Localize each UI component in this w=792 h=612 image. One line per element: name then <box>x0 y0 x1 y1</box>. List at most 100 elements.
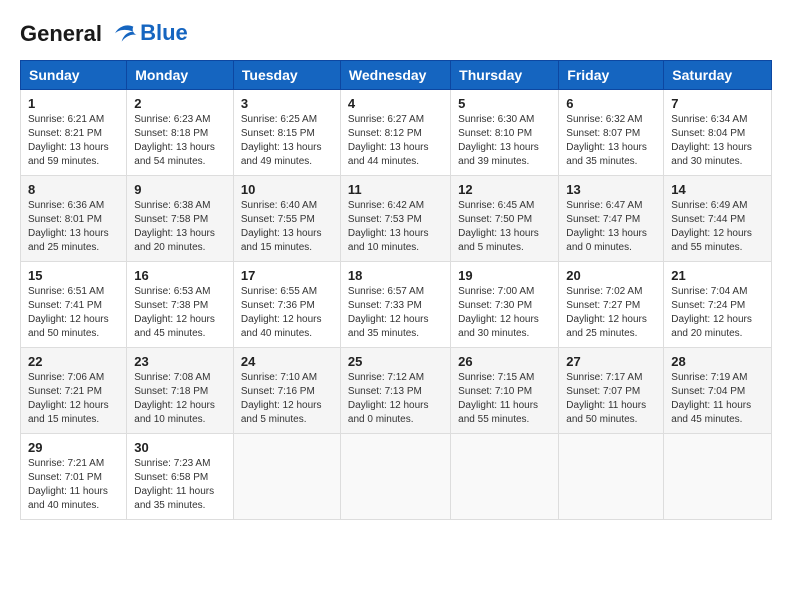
calendar-cell: 8 Sunrise: 6:36 AMSunset: 8:01 PMDaylight… <box>21 176 127 262</box>
calendar-cell: 5Sunrise: 6:30 AMSunset: 8:10 PMDaylight… <box>451 90 559 176</box>
day-info: Sunrise: 6:25 AMSunset: 8:15 PMDaylight:… <box>241 113 333 169</box>
day-number: 1 <box>28 96 119 111</box>
calendar-cell <box>664 434 772 520</box>
calendar-cell: 29 Sunrise: 7:21 AMSunset: 7:01 PMDayligh… <box>21 434 127 520</box>
day-number: 9 <box>134 182 226 197</box>
weekday-header-friday: Friday <box>559 61 664 90</box>
calendar-cell: 15Sunrise: 6:51 AMSunset: 7:41 PMDayligh… <box>21 262 127 348</box>
calendar-cell: 30 Sunrise: 7:23 AMSunset: 6:58 PMDayligh… <box>127 434 234 520</box>
day-number: 16 <box>134 268 226 283</box>
day-info: Sunrise: 7:17 AMSunset: 7:07 PMDaylight:… <box>566 371 656 427</box>
day-number: 17 <box>241 268 333 283</box>
day-info: Sunrise: 6:38 AMSunset: 7:58 PMDaylight:… <box>134 199 226 255</box>
day-number: 18 <box>348 268 443 283</box>
day-number: 23 <box>134 354 226 369</box>
weekday-header-wednesday: Wednesday <box>340 61 450 90</box>
day-info: Sunrise: 7:10 AMSunset: 7:16 PMDaylight:… <box>241 371 333 427</box>
day-number: 6 <box>566 96 656 111</box>
calendar-cell: 19 Sunrise: 7:00 AMSunset: 7:30 PMDayligh… <box>451 262 559 348</box>
day-number: 13 <box>566 182 656 197</box>
day-info: Sunrise: 7:02 AMSunset: 7:27 PMDaylight:… <box>566 285 656 341</box>
page-header: General Blue <box>20 20 772 50</box>
day-info: Sunrise: 6:55 AMSunset: 7:36 PMDaylight:… <box>241 285 333 341</box>
day-info: Sunrise: 6:36 AMSunset: 8:01 PMDaylight:… <box>28 199 119 255</box>
day-info: Sunrise: 7:23 AMSunset: 6:58 PMDaylight:… <box>134 457 226 513</box>
day-number: 8 <box>28 182 119 197</box>
calendar-cell: 3 Sunrise: 6:25 AMSunset: 8:15 PMDaylight… <box>233 90 340 176</box>
calendar-week-row: 8 Sunrise: 6:36 AMSunset: 8:01 PMDaylight… <box>21 176 772 262</box>
day-number: 7 <box>671 96 764 111</box>
calendar-cell <box>340 434 450 520</box>
calendar-week-row: 15Sunrise: 6:51 AMSunset: 7:41 PMDayligh… <box>21 262 772 348</box>
day-number: 30 <box>134 440 226 455</box>
weekday-header-tuesday: Tuesday <box>233 61 340 90</box>
day-number: 27 <box>566 354 656 369</box>
day-info: Sunrise: 7:00 AMSunset: 7:30 PMDaylight:… <box>458 285 551 341</box>
calendar-week-row: 22Sunrise: 7:06 AMSunset: 7:21 PMDayligh… <box>21 348 772 434</box>
day-info: Sunrise: 6:27 AMSunset: 8:12 PMDaylight:… <box>348 113 443 169</box>
calendar-cell: 17 Sunrise: 6:55 AMSunset: 7:36 PMDayligh… <box>233 262 340 348</box>
day-info: Sunrise: 6:57 AMSunset: 7:33 PMDaylight:… <box>348 285 443 341</box>
logo-bird-icon <box>110 20 140 50</box>
day-number: 26 <box>458 354 551 369</box>
day-info: Sunrise: 6:53 AMSunset: 7:38 PMDaylight:… <box>134 285 226 341</box>
day-number: 28 <box>671 354 764 369</box>
calendar-cell: 20 Sunrise: 7:02 AMSunset: 7:27 PMDayligh… <box>559 262 664 348</box>
calendar-cell: 11 Sunrise: 6:42 AMSunset: 7:53 PMDayligh… <box>340 176 450 262</box>
day-number: 24 <box>241 354 333 369</box>
calendar-cell: 13Sunrise: 6:47 AMSunset: 7:47 PMDayligh… <box>559 176 664 262</box>
calendar-cell: 12Sunrise: 6:45 AMSunset: 7:50 PMDayligh… <box>451 176 559 262</box>
day-info: Sunrise: 6:42 AMSunset: 7:53 PMDaylight:… <box>348 199 443 255</box>
day-info: Sunrise: 7:15 AMSunset: 7:10 PMDaylight:… <box>458 371 551 427</box>
day-number: 11 <box>348 182 443 197</box>
calendar-week-row: 1 Sunrise: 6:21 AMSunset: 8:21 PMDaylight… <box>21 90 772 176</box>
weekday-header-saturday: Saturday <box>664 61 772 90</box>
calendar-cell <box>559 434 664 520</box>
calendar-cell: 18 Sunrise: 6:57 AMSunset: 7:33 PMDayligh… <box>340 262 450 348</box>
logo-blue: Blue <box>140 20 188 46</box>
day-info: Sunrise: 6:32 AMSunset: 8:07 PMDaylight:… <box>566 113 656 169</box>
calendar-cell: 14Sunrise: 6:49 AMSunset: 7:44 PMDayligh… <box>664 176 772 262</box>
day-number: 19 <box>458 268 551 283</box>
calendar-cell: 22Sunrise: 7:06 AMSunset: 7:21 PMDayligh… <box>21 348 127 434</box>
calendar-table: SundayMondayTuesdayWednesdayThursdayFrid… <box>20 60 772 520</box>
day-number: 21 <box>671 268 764 283</box>
day-info: Sunrise: 7:21 AMSunset: 7:01 PMDaylight:… <box>28 457 119 513</box>
day-number: 2 <box>134 96 226 111</box>
calendar-cell: 2Sunrise: 6:23 AMSunset: 8:18 PMDaylight… <box>127 90 234 176</box>
logo-general: General <box>20 21 102 46</box>
calendar-cell: 9 Sunrise: 6:38 AMSunset: 7:58 PMDaylight… <box>127 176 234 262</box>
day-number: 22 <box>28 354 119 369</box>
day-info: Sunrise: 6:51 AMSunset: 7:41 PMDaylight:… <box>28 285 119 341</box>
weekday-header-monday: Monday <box>127 61 234 90</box>
calendar-cell <box>451 434 559 520</box>
day-info: Sunrise: 6:34 AMSunset: 8:04 PMDaylight:… <box>671 113 764 169</box>
day-number: 25 <box>348 354 443 369</box>
calendar-header: SundayMondayTuesdayWednesdayThursdayFrid… <box>21 61 772 90</box>
weekday-header-sunday: Sunday <box>21 61 127 90</box>
calendar-cell: 16 Sunrise: 6:53 AMSunset: 7:38 PMDayligh… <box>127 262 234 348</box>
calendar-cell: 21 Sunrise: 7:04 AMSunset: 7:24 PMDayligh… <box>664 262 772 348</box>
day-info: Sunrise: 7:04 AMSunset: 7:24 PMDaylight:… <box>671 285 764 341</box>
calendar-cell: 28 Sunrise: 7:19 AMSunset: 7:04 PMDayligh… <box>664 348 772 434</box>
calendar-cell: 24 Sunrise: 7:10 AMSunset: 7:16 PMDayligh… <box>233 348 340 434</box>
day-number: 29 <box>28 440 119 455</box>
day-info: Sunrise: 7:12 AMSunset: 7:13 PMDaylight:… <box>348 371 443 427</box>
day-number: 3 <box>241 96 333 111</box>
calendar-week-row: 29 Sunrise: 7:21 AMSunset: 7:01 PMDayligh… <box>21 434 772 520</box>
day-number: 14 <box>671 182 764 197</box>
calendar-cell: 6 Sunrise: 6:32 AMSunset: 8:07 PMDaylight… <box>559 90 664 176</box>
day-info: Sunrise: 6:21 AMSunset: 8:21 PMDaylight:… <box>28 113 119 169</box>
calendar-cell: 7 Sunrise: 6:34 AMSunset: 8:04 PMDaylight… <box>664 90 772 176</box>
calendar-cell: 4Sunrise: 6:27 AMSunset: 8:12 PMDaylight… <box>340 90 450 176</box>
calendar-cell: 23Sunrise: 7:08 AMSunset: 7:18 PMDayligh… <box>127 348 234 434</box>
day-info: Sunrise: 7:19 AMSunset: 7:04 PMDaylight:… <box>671 371 764 427</box>
day-number: 20 <box>566 268 656 283</box>
day-number: 5 <box>458 96 551 111</box>
calendar-cell: 1 Sunrise: 6:21 AMSunset: 8:21 PMDaylight… <box>21 90 127 176</box>
logo: General Blue <box>20 20 188 50</box>
weekday-header-thursday: Thursday <box>451 61 559 90</box>
calendar-cell: 26 Sunrise: 7:15 AMSunset: 7:10 PMDayligh… <box>451 348 559 434</box>
calendar-cell: 27 Sunrise: 7:17 AMSunset: 7:07 PMDayligh… <box>559 348 664 434</box>
calendar-cell <box>233 434 340 520</box>
